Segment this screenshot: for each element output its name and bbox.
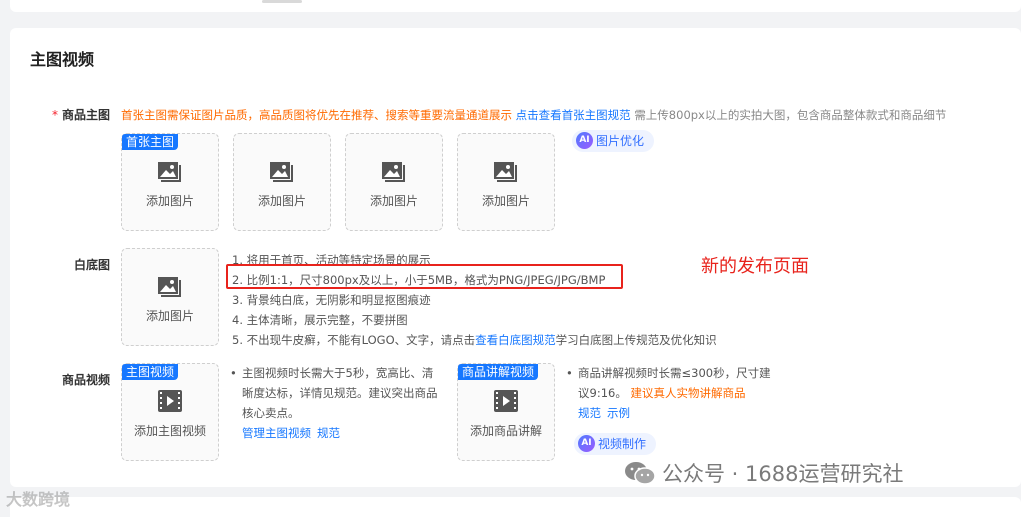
ai-icon: AI xyxy=(576,132,593,149)
white-bg-image-slot[interactable]: 添加图片 xyxy=(121,248,219,346)
rule5-suffix: 学习白底图上传规范及优化知识 xyxy=(555,333,717,347)
rule-item: 3. 背景纯白底，无阴影和明显抠图痕迹 xyxy=(232,293,431,307)
annotation-text: 新的发布页面 xyxy=(701,256,809,277)
image-optimize-label: 图片优化 xyxy=(596,134,645,148)
image-icon xyxy=(158,162,181,182)
white-bg-label: 白底图 xyxy=(73,258,110,272)
required-mark: * xyxy=(51,108,58,122)
main-video-slot[interactable]: 主图视频 添加主图视频 xyxy=(121,363,219,461)
explain-video-links: 规范 示例 xyxy=(578,403,771,423)
explain-video-slot[interactable]: 商品讲解视频 添加商品讲解 xyxy=(457,363,555,461)
section-title: 主图视频 xyxy=(30,50,95,69)
live-explain-suggestion: 建议真人实物讲解商品 xyxy=(630,386,746,400)
rule5-prefix: 5. 不出现牛皮癣，不能有LOGO、文字，请点击 xyxy=(232,333,476,347)
rule-item: 4. 主体清晰，展示完整，不要拼图 xyxy=(232,313,408,327)
add-image-label: 添加图片 xyxy=(145,194,194,208)
hint-size-text: 需上传800px以上的实拍大图，包含商品整体款式和商品细节 xyxy=(634,108,947,122)
white-bg-spec-link[interactable]: 查看白底图规范 xyxy=(475,333,556,347)
main-image-slot-3[interactable]: 添加图片 xyxy=(345,133,443,231)
manage-main-video-link[interactable]: 管理主图视频 xyxy=(242,426,311,440)
add-image-label: 添加图片 xyxy=(257,194,306,208)
top-card xyxy=(10,0,1021,12)
desc-line: 主图视频时长需大于5秒，宽高比、清 xyxy=(242,366,434,380)
add-image-label: 添加图片 xyxy=(145,309,194,323)
explain-video-example-link[interactable]: 示例 xyxy=(607,406,630,420)
highlight-box xyxy=(226,264,623,289)
image-icon xyxy=(382,162,405,182)
explain-video-spec-link[interactable]: 规范 xyxy=(578,406,601,420)
image-icon xyxy=(494,162,517,182)
video-icon xyxy=(494,390,518,412)
wechat-watermark: 公众号 · 1688运营研究社 xyxy=(624,458,903,490)
main-video-tag: 主图视频 xyxy=(122,364,179,380)
video-create-label: 视频制作 xyxy=(598,437,647,451)
add-image-label: 添加图片 xyxy=(369,194,418,208)
first-image-tag: 首张主图 xyxy=(122,134,179,150)
scroll-indicator xyxy=(262,0,302,3)
desc-line: 议9:16。 建议真人实物讲解商品 xyxy=(578,383,771,403)
video-icon xyxy=(158,390,182,412)
main-video-links: 管理主图视频 规范 xyxy=(242,423,438,443)
add-image-label: 添加图片 xyxy=(481,194,530,208)
bullet-dot: • xyxy=(230,366,237,380)
add-main-video-label: 添加主图视频 xyxy=(133,424,206,438)
desc-prefix: 议9:16。 xyxy=(578,386,627,400)
main-image-slot-4[interactable]: 添加图片 xyxy=(457,133,555,231)
image-icon xyxy=(270,162,293,182)
video-create-button[interactable]: AI 视频制作 xyxy=(574,433,657,455)
hint-quality-text: 首张主图需保证图片品质，高品质图将优先在推荐、搜索等重要流量通道展示 xyxy=(121,108,512,122)
main-image-label-text: 商品主图 xyxy=(61,108,110,122)
ai-icon: AI xyxy=(578,435,595,452)
add-explain-video-label: 添加商品讲解 xyxy=(469,424,542,438)
explain-video-tag: 商品讲解视频 xyxy=(458,364,539,380)
desc-line: 商品讲解视频时长需≤300秒，尺寸建 xyxy=(578,366,771,380)
brand-watermark: 大数跨境 xyxy=(6,486,70,510)
explain-video-desc: • 商品讲解视频时长需≤300秒，尺寸建 议9:16。 建议真人实物讲解商品 规… xyxy=(566,363,771,423)
wechat-icon xyxy=(625,462,656,485)
video-label: 商品视频 xyxy=(61,373,110,387)
rule-item: 5. 不出现牛皮癣，不能有LOGO、文字，请点击查看白底图规范学习白底图上传规范… xyxy=(232,330,717,350)
image-icon xyxy=(158,277,181,297)
image-optimize-button[interactable]: AI 图片优化 xyxy=(572,130,655,152)
main-image-label: * 商品主图 xyxy=(0,106,110,123)
bottom-card xyxy=(10,497,1021,517)
main-video-spec-link[interactable]: 规范 xyxy=(317,426,340,440)
desc-line: 核心卖点。 xyxy=(242,406,300,420)
main-image-hint: 首张主图需保证图片品质，高品质图将优先在推荐、搜索等重要流量通道展示 点击查看首… xyxy=(121,107,946,123)
bullet-dot: • xyxy=(566,366,573,380)
main-image-slot-1[interactable]: 首张主图 添加图片 xyxy=(121,133,219,231)
wechat-watermark-text: 公众号 · 1688运营研究社 xyxy=(662,462,904,486)
desc-line: 晰度达标，详情见规范。建议突出商品 xyxy=(242,386,438,400)
first-image-spec-link[interactable]: 点击查看首张主图规范 xyxy=(516,108,631,122)
main-video-desc: • 主图视频时长需大于5秒，宽高比、清 晰度达标，详情见规范。建议突出商品 核心… xyxy=(230,363,438,443)
brand-watermark-text: 大数跨境 xyxy=(6,490,71,509)
main-image-slot-2[interactable]: 添加图片 xyxy=(233,133,331,231)
